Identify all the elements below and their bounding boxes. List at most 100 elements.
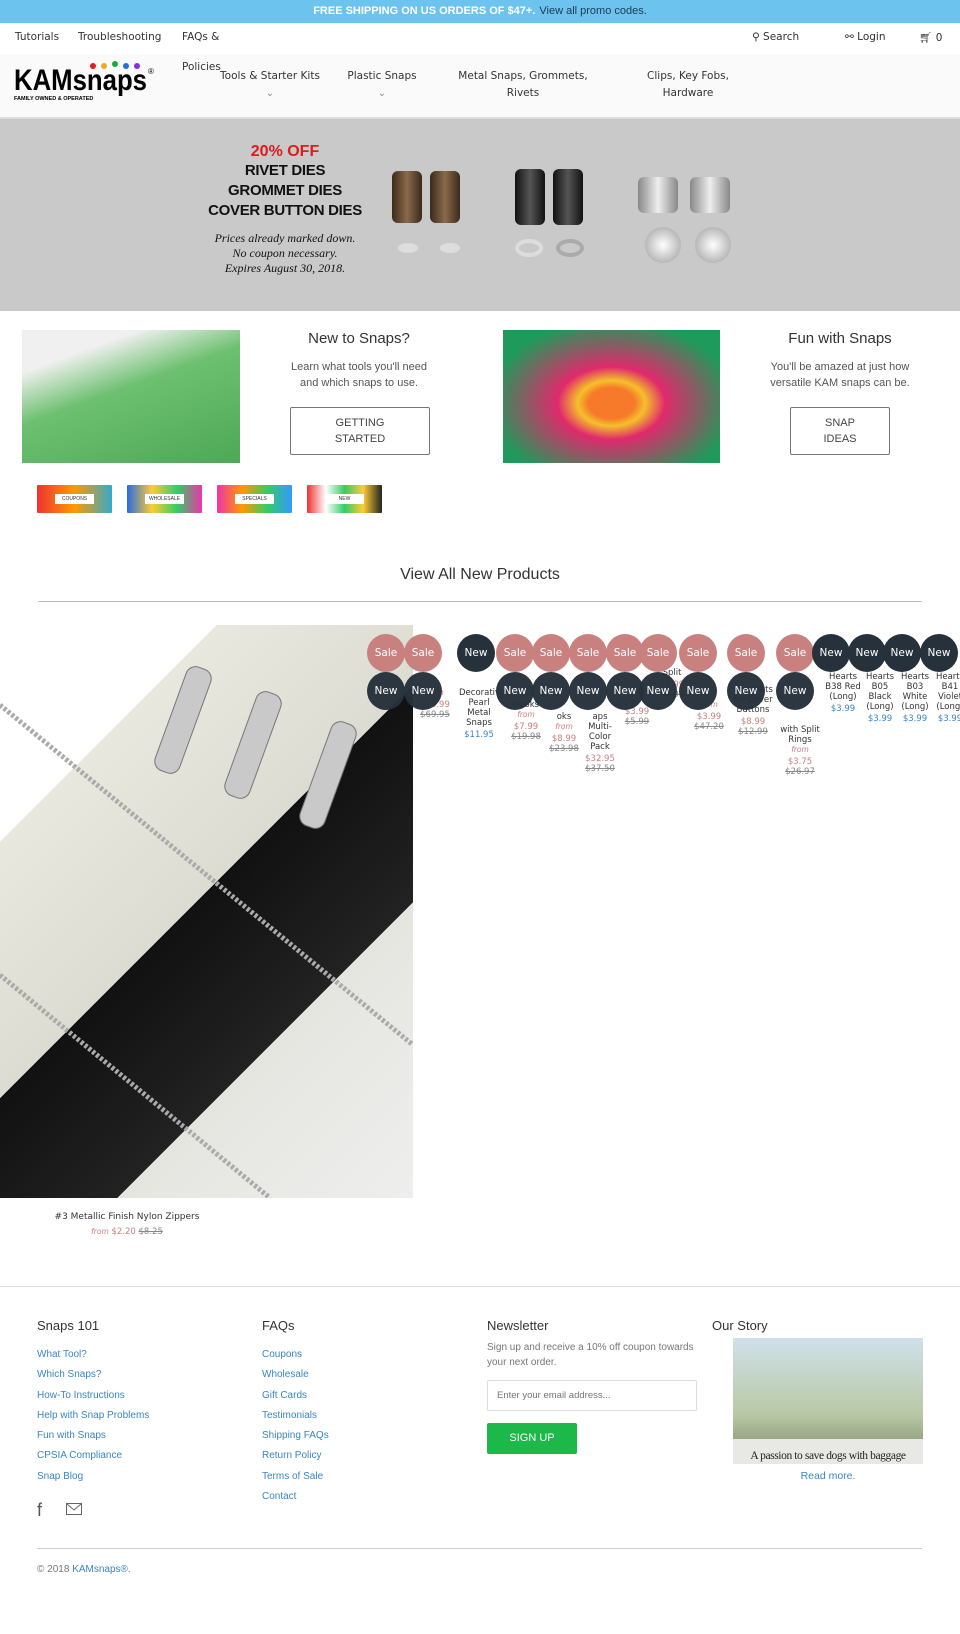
tile-wholesale[interactable]: WHOLESALE <box>127 485 202 513</box>
nav-policies[interactable]: Policies <box>182 61 221 73</box>
logo[interactable]: KAMsnaps ® FAMILY OWNED & OPERATED <box>14 60 154 102</box>
footer-link[interactable]: Fun with Snaps <box>37 1426 149 1446</box>
product-name[interactable]: aps Multi-Color Pack <box>580 712 620 752</box>
nav-troubleshooting[interactable]: Troubleshooting <box>78 31 161 43</box>
nav-tutorials[interactable]: Tutorials <box>15 31 59 43</box>
search-label: Search <box>763 31 800 43</box>
snap-ideas-button[interactable]: SNAP IDEAS <box>790 407 890 455</box>
sign-up-button[interactable]: SIGN UP <box>487 1423 577 1454</box>
product-name[interactable]: Hearts B05 Black (Long) <box>860 672 900 712</box>
new-badge: New <box>496 672 534 710</box>
product-price: $3.75 <box>787 757 813 767</box>
nav-metal-snaps[interactable]: Metal Snaps, Grommets, Rivets <box>450 68 596 102</box>
from-label: from <box>791 745 809 754</box>
promo-codes-link[interactable]: View all promo codes. <box>539 5 646 17</box>
footer-link[interactable]: How-To Instructions <box>37 1386 149 1406</box>
sale-badge: Sale <box>727 634 765 672</box>
nav-label: Plastic Snaps <box>347 70 417 82</box>
button-line: SNAP <box>825 417 855 429</box>
our-story-image[interactable]: A passion to save dogs with baggage <box>733 1338 923 1464</box>
original-price: $47.20 <box>694 722 724 732</box>
footer-link[interactable]: Wholesale <box>262 1365 329 1385</box>
nav-plastic-snaps[interactable]: Plastic Snaps ⌄ <box>340 68 424 102</box>
copyright-year: © 2018 <box>37 1564 70 1575</box>
banner-line: GROMMET DIES <box>228 182 342 199</box>
banner-note: No coupon necessary. <box>232 246 338 260</box>
footer-link[interactable]: Contact <box>262 1487 329 1507</box>
nav-faqs[interactable]: FAQs & <box>182 31 219 43</box>
login-label: Login <box>857 31 886 43</box>
new-badge: New <box>569 672 607 710</box>
product-name[interactable]: with Split Rings <box>780 725 820 745</box>
copyright-period: . <box>127 1564 131 1575</box>
tile-label: COUPONS <box>55 494 94 504</box>
from-label: from <box>555 722 573 731</box>
banner-line: RIVET DIES <box>244 162 326 179</box>
product-card[interactable]: Hearts B03 White (Long) $3.99 <box>895 672 935 724</box>
footer-link[interactable]: Testimonials <box>262 1406 329 1426</box>
sale-badge: Sale <box>367 634 405 672</box>
kamsnaps-logo: KAMsnaps ® FAMILY OWNED & OPERATED <box>14 61 154 102</box>
product-name[interactable]: Hearts B38 Red (Long) <box>823 672 863 702</box>
product-card[interactable]: Hearts B05 Black (Long) $3.99 <box>860 672 900 724</box>
original-price: $12.99 <box>738 727 768 737</box>
read-more-link[interactable]: Read more. <box>733 1470 923 1482</box>
cart-button[interactable]: 🛒︎ 0 <box>919 31 942 44</box>
facebook-icon[interactable]: f <box>37 1500 42 1521</box>
email-input[interactable] <box>487 1380 697 1411</box>
footer-link[interactable]: CPSIA Compliance <box>37 1446 149 1466</box>
nav-tools[interactable]: Tools & Starter Kits ⌄ <box>212 68 328 102</box>
search-button[interactable]: ⚲ Search <box>752 31 799 43</box>
divider <box>37 1548 922 1549</box>
product-card[interactable]: with Split Rings from $3.75 $26.97 <box>780 725 820 777</box>
banner-note: Expires August 30, 2018. <box>224 261 346 275</box>
sale-banner[interactable]: 20% OFF RIVET DIES GROMMET DIES COVER BU… <box>0 119 960 311</box>
product-name[interactable]: Hearts B41 Violet (Long) <box>930 672 960 712</box>
from-label: from <box>91 1227 109 1236</box>
sale-badge: Sale <box>496 634 534 672</box>
promo-text: FREE SHIPPING ON US ORDERS OF $47+. <box>313 5 536 17</box>
snap-press-image[interactable] <box>22 330 240 463</box>
nav-clips[interactable]: Clips, Key Fobs, Hardware <box>640 68 736 102</box>
product-name[interactable]: oks <box>544 712 584 722</box>
original-price: $23.98 <box>549 744 579 754</box>
footer-link[interactable]: Gift Cards <box>262 1386 329 1406</box>
footer-link[interactable]: Return Policy <box>262 1446 329 1466</box>
new-badge: New <box>679 672 717 710</box>
product-price: $11.95 <box>464 730 494 740</box>
tile-specials[interactable]: SPECIALS <box>217 485 292 513</box>
featured-product-name[interactable]: #3 Metallic Finish Nylon Zippers <box>0 1212 254 1222</box>
footer-link[interactable]: Shipping FAQs <box>262 1426 329 1446</box>
product-card[interactable]: aps Multi-Color Pack $32.95 $37.50 <box>580 712 620 774</box>
email-icon[interactable] <box>66 1503 82 1515</box>
footer-link[interactable]: Help with Snap Problems <box>37 1406 149 1426</box>
tile-new[interactable]: NEW <box>307 485 382 513</box>
brand-link[interactable]: KAMsnaps® <box>72 1564 128 1575</box>
footer-link[interactable]: Coupons <box>262 1345 329 1365</box>
product-name[interactable]: Decorative Pearl Metal Snaps <box>459 688 505 728</box>
promo-title: New to Snaps? <box>308 330 410 347</box>
product-price: $3.99 <box>902 714 928 724</box>
footer-link[interactable]: Which Snaps? <box>37 1365 149 1385</box>
snaps101-links: What Tool? Which Snaps? How-To Instruction… <box>37 1345 149 1487</box>
fun-with-snaps-image[interactable] <box>503 330 720 463</box>
section-title[interactable]: View All New Products <box>0 566 960 584</box>
footer-link[interactable]: Snap Blog <box>37 1467 149 1487</box>
tile-coupons[interactable]: COUPONS <box>37 485 112 513</box>
product-card[interactable]: Decorative Pearl Metal Snaps $11.95 <box>459 688 505 740</box>
product-name[interactable]: Hearts B03 White (Long) <box>895 672 935 712</box>
promo-title: Fun with Snaps <box>788 330 892 347</box>
footer-link[interactable]: What Tool? <box>37 1345 149 1365</box>
product-card[interactable]: oks from $8.99 $23.98 <box>544 712 584 754</box>
login-button[interactable]: ⚯ Login <box>845 31 885 43</box>
product-card[interactable]: Hearts B41 Violet (Long) $3.99 <box>930 672 960 724</box>
promo-line: versatile KAM snaps can be. <box>770 377 910 389</box>
cart-count: 0 <box>935 32 943 44</box>
zipper-product-image[interactable] <box>0 625 415 1200</box>
getting-started-button[interactable]: GETTING STARTED <box>290 407 430 455</box>
original-price: $69.95 <box>420 710 450 720</box>
product-card[interactable]: Hearts B38 Red (Long) $3.99 <box>823 672 863 714</box>
product-price: $3.99 <box>696 712 722 722</box>
newsletter-text: Sign up and receive a 10% off coupon tow… <box>487 1342 694 1368</box>
footer-link[interactable]: Terms of Sale <box>262 1467 329 1487</box>
